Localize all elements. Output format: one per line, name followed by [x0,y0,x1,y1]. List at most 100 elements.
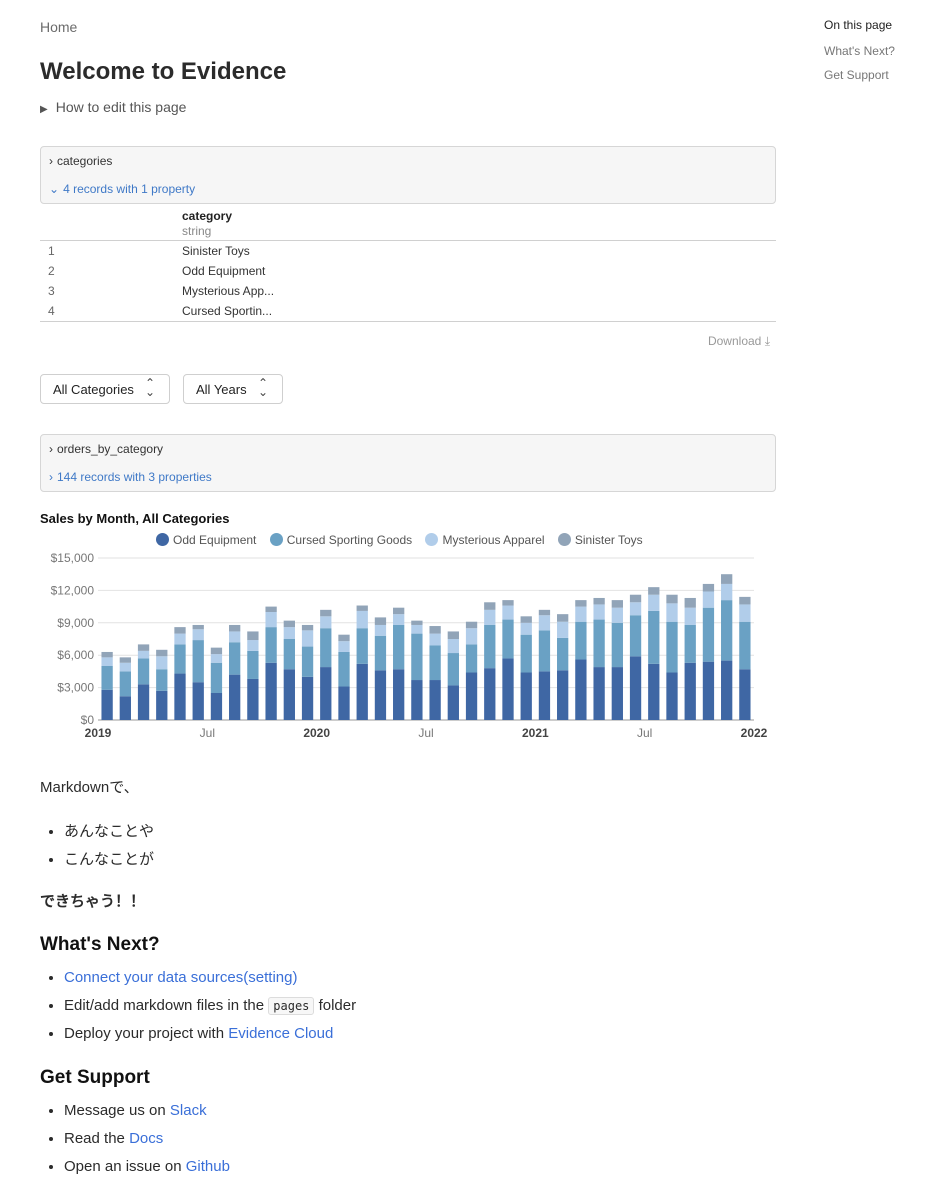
bar-segment [666,621,678,673]
bar-segment [247,650,259,679]
bar-segment [338,651,350,687]
bar-segment [137,644,150,651]
row-value: Sinister Toys [182,244,250,258]
row-value: Cursed Sportin... [182,304,273,318]
bar-segment [119,671,131,697]
toc-item-get-support[interactable]: Get Support [824,68,924,82]
legend-item[interactable]: Cursed Sporting Goods [269,533,412,547]
bar-segment [575,621,587,660]
orders-records-toggle[interactable]: › 144 records with 3 properties [49,470,212,484]
breadcrumb[interactable]: Home [40,19,77,35]
bar-segment [283,620,295,628]
bar-segment [629,656,642,720]
column-header[interactable]: category string [182,209,232,238]
bar-segment [374,624,387,636]
bar-segment [374,617,387,625]
list-item: Connect your data sources(setting) [64,964,356,992]
bar-segment [356,663,368,720]
download-button[interactable]: Download ⤓ [708,334,770,349]
bar-segment [666,672,678,720]
bar-segment [593,604,605,620]
chevron-right-icon: › [49,470,53,484]
triangle-right-icon: ▶ [40,104,48,115]
toc-item-whats-next[interactable]: What's Next? [824,44,924,58]
table-row: 3 Mysterious App... [40,281,776,301]
bar-segment [320,667,332,720]
list-text: folder [318,997,357,1014]
bar-segment [411,620,423,625]
row-value: Mysterious App... [182,284,275,298]
bar-segment [520,616,532,623]
y-tick-label: $6,000 [57,648,94,662]
row-index: 1 [48,244,55,258]
legend-item[interactable]: Sinister Toys [557,533,643,547]
bar-segment [411,680,423,720]
x-tick-label: 2022 [741,726,768,740]
y-tick-label: $9,000 [57,616,94,630]
bar-segment [538,671,551,720]
list-text: Read the [64,1130,125,1147]
legend-label: Sinister Toys [574,533,643,547]
sales-by-month-chart: $0 $3,000 $6,000 $9,000 $12,000 $15,000 2019 Ju… [51,551,768,740]
orders-query-toggle[interactable]: › orders_by_category [49,442,163,456]
github-link[interactable]: Github [186,1158,230,1175]
legend-swatch [425,533,439,546]
bar-segment [484,668,496,720]
records-summary: 4 records with 1 property [63,182,196,196]
bar-segment [320,628,332,668]
row-value: Odd Equipment [182,264,266,278]
bar-segment [119,696,131,720]
how-to-edit-toggle[interactable]: ▶ How to edit this page [40,99,186,115]
bar-segment [301,624,314,631]
bar-segment [739,596,751,605]
x-tick-label: Jul [200,726,215,740]
bar-segment [247,640,259,651]
evidence-cloud-link[interactable]: Evidence Cloud [228,1025,333,1042]
bar-segment [702,591,715,608]
records-summary: 144 records with 3 properties [57,470,212,484]
bar-segment [575,659,587,720]
bar-segment [192,640,204,683]
category-dropdown[interactable]: All Categories ⌃ ⌄ [40,374,170,404]
legend-item[interactable]: Odd Equipment [156,533,256,547]
bar-segment [265,662,277,720]
bar-segment [411,633,423,681]
bar-segment [101,651,113,658]
bar-segment [611,667,623,720]
bar-segment [356,610,368,629]
slack-link[interactable]: Slack [170,1102,207,1119]
bar-segment [721,660,733,720]
year-dropdown[interactable]: All Years ⌃ ⌄ [183,374,283,404]
list-item: Read the Docs [64,1125,230,1153]
categories-records-toggle[interactable]: ⌄ 4 records with 1 property [49,182,195,196]
bar-segment [502,658,514,720]
bar-segment [174,673,186,720]
bar-segment [156,649,168,657]
list-item: Open an issue on Github [64,1153,230,1181]
legend-label: Odd Equipment [173,533,257,547]
bar-segment [557,614,569,622]
bar-segment [229,642,241,675]
x-tick-label: Jul [418,726,433,740]
chart-title: Sales by Month, All Categories [40,511,230,526]
categories-query-toggle[interactable]: › categories [49,154,112,168]
table-row: 1 Sinister Toys [40,241,776,261]
legend-item[interactable]: Mysterious Apparel [425,533,545,547]
legend-swatch [557,533,571,546]
bar-segment [684,624,696,663]
bar-segment [265,606,277,612]
chevron-right-icon: › [49,442,53,456]
whats-next-list: Connect your data sources(setting) Edit/… [40,964,356,1048]
bar-segment [684,597,696,608]
docs-link[interactable]: Docs [129,1130,163,1147]
row-index: 4 [48,304,55,318]
table-header: category string [40,203,776,241]
connect-data-sources-link[interactable]: Connect your data sources(setting) [64,969,297,986]
page-title: Welcome to Evidence [40,58,287,85]
bar-segment [520,672,532,720]
legend-label: Mysterious Apparel [442,533,545,547]
bar-segment [301,646,314,677]
pages-folder-code: pages [268,997,315,1015]
bar-segment [247,678,259,720]
bar-segment [192,682,204,720]
